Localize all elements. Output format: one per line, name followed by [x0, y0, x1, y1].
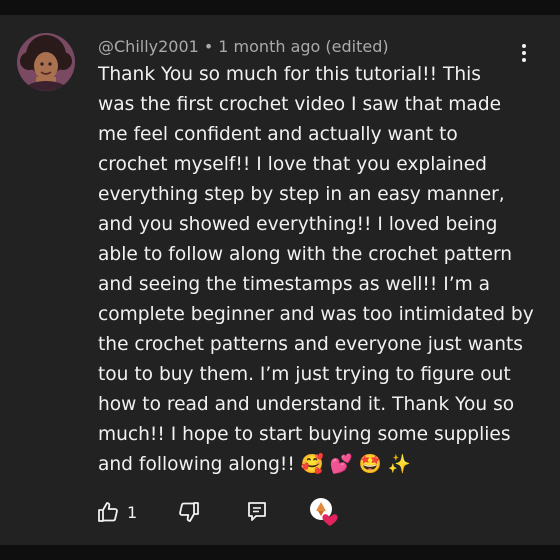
comment-line: Thank You so much for this tutorial!! Th… [98, 64, 481, 85]
creator-heart-badge[interactable] [309, 497, 339, 527]
meta-separator: • [203, 37, 214, 56]
comment-meta: @Chilly2001 • 1 month ago (edited) [98, 37, 389, 56]
comment-line: and following along!! 🥰 💕 🤩 ✨ [98, 454, 412, 475]
comment-line: me feel confident and actually want to [98, 124, 458, 145]
comment-line: much!! I hope to start buying some suppl… [98, 424, 511, 445]
comment-timestamp[interactable]: 1 month ago (edited) [218, 37, 388, 56]
comment-line: crochet myself!! I love that you explain… [98, 154, 487, 175]
comment-line: everything step by step in an easy manne… [98, 184, 505, 205]
comment-line: was the first crochet video I saw that m… [98, 94, 502, 115]
page-frame: @Chilly2001 • 1 month ago (edited) Thank Y… [0, 0, 560, 560]
reply-button[interactable] [247, 501, 267, 523]
comment-line: complete beginner and was too intimidate… [98, 304, 534, 325]
author-handle[interactable]: @Chilly2001 [98, 37, 199, 56]
creator-heart-icon [310, 498, 338, 526]
avatar[interactable] [17, 33, 75, 91]
avatar-image [17, 33, 75, 91]
like-count: 1 [127, 502, 138, 522]
comment-line: and you showed everything!! I loved bein… [98, 214, 498, 235]
comment-line: tou to buy them. I’m just trying to figu… [98, 364, 511, 385]
dislike-button[interactable] [177, 500, 201, 524]
comment-line: the crochet patterns and everyone just w… [98, 334, 523, 355]
comment-line: and seeing the timestamps as well!! I’m … [98, 274, 491, 295]
reply-comment-icon [248, 502, 267, 521]
comment-text: Thank You so much for this tutorial!! Th… [98, 60, 534, 480]
comment-line: how to read and understand it. Thank You… [98, 394, 515, 415]
comment-actions: 1 [96, 497, 339, 527]
comment-card: @Chilly2001 • 1 month ago (edited) Thank Y… [0, 15, 560, 545]
comment-line: able to follow along with the crochet pa… [98, 244, 513, 265]
thumb-down-icon [179, 502, 200, 522]
thumb-up-icon [98, 502, 118, 522]
like-button[interactable] [96, 500, 120, 524]
